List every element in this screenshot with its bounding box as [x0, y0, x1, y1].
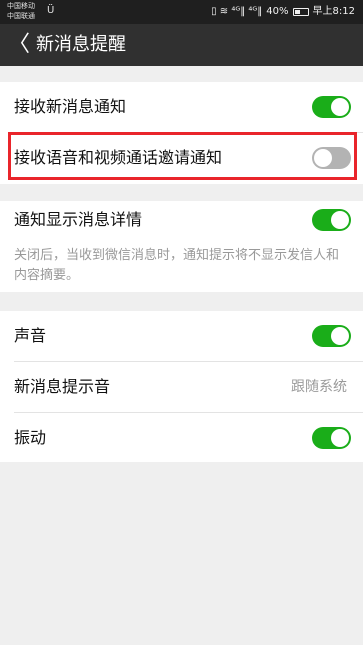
toggle-knob: [331, 211, 349, 229]
toggle-knob: [314, 149, 332, 167]
row-notification-tone[interactable]: 新消息提示音 跟随系统: [0, 362, 363, 412]
section-message-notifications: 接收新消息通知 接收语音和视频通话邀请通知: [0, 82, 363, 184]
toggle-voice-video[interactable]: [312, 147, 351, 169]
status-indicators: ▯ ≋ ⁴ᴳ‖ ⁴ᴳ‖ 40% 早上8:12: [211, 5, 355, 19]
toggle-knob: [331, 327, 349, 345]
row-sound[interactable]: 声音: [0, 311, 363, 361]
toggle-sound[interactable]: [312, 325, 351, 347]
status-bar: 中国移动 中国联通 Ü ▯ ≋ ⁴ᴳ‖ ⁴ᴳ‖ 40% 早上8:12: [0, 0, 363, 24]
row-label-sound: 声音: [14, 326, 47, 345]
row-label-tone: 新消息提示音: [14, 377, 111, 396]
section-notification-details: 通知显示消息详情 关闭后，当收到微信消息时，通知提示将不显示发信人和内容摘要。: [0, 201, 363, 292]
carrier-names: 中国移动 中国联通: [7, 1, 35, 21]
carrier-1: 中国移动: [7, 2, 35, 10]
section-sound-vibration: 声音 新消息提示音 跟随系统 振动: [0, 311, 363, 462]
toggle-knob: [331, 429, 349, 447]
battery-icon: [292, 8, 309, 16]
clock-time: 早上8:12: [312, 6, 355, 17]
toggle-knob: [331, 98, 349, 116]
carrier-status-icon: Ü: [47, 5, 55, 16]
toggle-new-message[interactable]: [312, 96, 351, 118]
toggle-vibrate[interactable]: [312, 427, 351, 449]
battery-percent: 40%: [266, 6, 289, 17]
tone-value: 跟随系统: [291, 379, 347, 395]
page-title: 新消息提醒: [36, 34, 126, 55]
row-label-show-details: 通知显示消息详情: [14, 210, 143, 229]
back-icon[interactable]: 〈: [8, 30, 30, 60]
carrier-2: 中国联通: [7, 12, 35, 20]
row-show-message-details[interactable]: 通知显示消息详情: [0, 201, 363, 239]
toggle-show-details[interactable]: [312, 209, 351, 231]
signal-wifi-icons: ▯ ≋ ⁴ᴳ‖ ⁴ᴳ‖: [211, 6, 263, 17]
row-new-message-notification[interactable]: 接收新消息通知: [0, 82, 363, 132]
row-voice-video-invite-notification[interactable]: 接收语音和视频通话邀请通知: [0, 133, 363, 184]
row-label-vibrate: 振动: [14, 428, 47, 447]
row-label-voice-video: 接收语音和视频通话邀请通知: [14, 148, 223, 167]
row-vibrate[interactable]: 振动: [0, 413, 363, 462]
row-label-new-message: 接收新消息通知: [14, 97, 127, 116]
app-bar: 〈 新消息提醒: [0, 24, 363, 66]
show-details-description: 关闭后，当收到微信消息时，通知提示将不显示发信人和内容摘要。: [14, 248, 340, 283]
